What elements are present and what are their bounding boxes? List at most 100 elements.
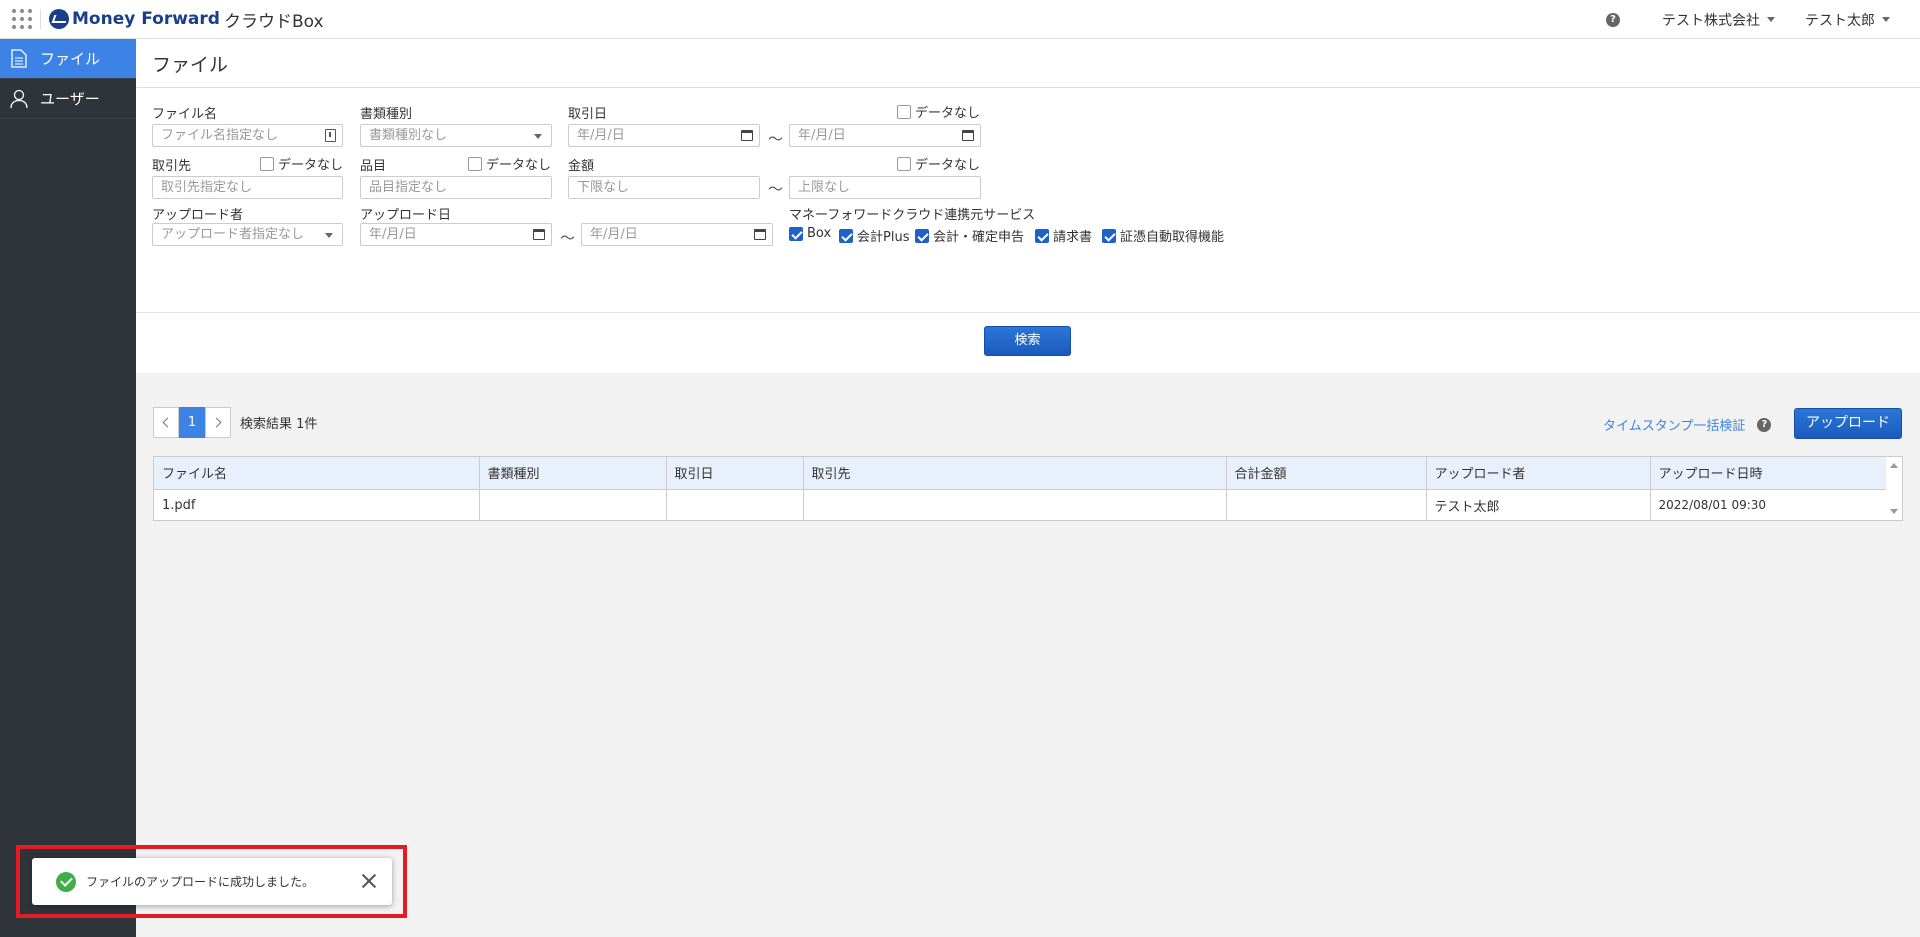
range-separator: ～ [560, 229, 576, 247]
service-label: 証憑自動取得機能 [1120, 230, 1225, 245]
table-header-row: ファイル名 書類種別 取引日 取引先 合計金額 アップロード者 アップロード日時 [154, 457, 1888, 490]
upload-date-label: アップロード日 [360, 208, 452, 223]
amount-label: 金額 [568, 159, 595, 174]
caret-down-icon [534, 134, 542, 139]
check-circle-icon [56, 871, 76, 892]
column-header[interactable]: 書類種別 [479, 457, 667, 490]
timestamp-verify-link[interactable]: タイムスタンプ一括検証 ? [1603, 415, 1772, 434]
file-name-placeholder: ファイル名指定なし [161, 128, 279, 143]
next-page-button[interactable] [205, 407, 231, 438]
calendar-icon [962, 130, 974, 141]
date-placeholder: 年/月/日 [798, 128, 846, 143]
doc-type-label: 書類種別 [360, 107, 413, 122]
table-scrollbar[interactable] [1886, 457, 1902, 520]
file-name-label: ファイル名 [152, 107, 218, 122]
no-data-label: データなし [915, 158, 981, 173]
checkbox-checked [1035, 228, 1049, 243]
company-dropdown[interactable]: テスト株式会社 [1662, 10, 1775, 30]
search-button[interactable]: 検索 [984, 326, 1071, 356]
table-cell [1226, 489, 1427, 521]
checkbox-box [468, 156, 482, 171]
item-input[interactable]: 品目指定なし [360, 176, 552, 199]
uploader-select[interactable]: アップロード者指定なし [152, 223, 343, 246]
service-checkbox-box[interactable]: Box [789, 226, 831, 241]
brand-name: Money Forward [72, 9, 220, 29]
service-label: Box [807, 226, 832, 241]
transaction-date-no-data-checkbox[interactable]: データなし [897, 102, 980, 121]
user-dropdown[interactable]: テスト太郎 [1805, 10, 1890, 30]
service-label: 請求書 [1053, 230, 1093, 245]
caret-down-icon [1767, 17, 1775, 22]
table-cell: テスト太郎 [1426, 489, 1651, 521]
sidebar-item-users[interactable]: ユーザー [0, 79, 136, 119]
help-icon[interactable]: ? [1606, 12, 1620, 27]
no-data-label: データなし [915, 106, 981, 121]
checkbox-box [897, 104, 911, 119]
column-header[interactable]: ファイル名 [154, 457, 480, 490]
calendar-icon [741, 130, 753, 141]
item-no-data-checkbox[interactable]: データなし [468, 154, 551, 173]
transaction-date-to[interactable]: 年/月/日 [789, 124, 981, 147]
checkbox-checked [915, 228, 929, 243]
service-label: 会計Plus [857, 230, 910, 245]
column-header[interactable]: アップロード日時 [1650, 457, 1888, 490]
column-header[interactable]: 合計金額 [1226, 457, 1427, 490]
pagination: 1 検索結果 1件 [153, 407, 317, 438]
table-cell[interactable]: 1.pdf [154, 489, 480, 521]
checkbox-box [897, 156, 911, 171]
date-placeholder: 年/月/日 [577, 128, 625, 143]
prev-page-button[interactable] [153, 407, 179, 438]
chevron-right-icon [211, 417, 222, 428]
upload-date-from[interactable]: 年/月/日 [360, 223, 552, 246]
company-name: テスト株式会社 [1662, 12, 1760, 29]
partner-input[interactable]: 取引先指定なし [152, 176, 343, 199]
transaction-date-label: 取引日 [568, 107, 608, 122]
column-header[interactable]: 取引日 [666, 457, 804, 490]
service-checkbox-kaikei-plus[interactable]: 会計Plus [839, 226, 909, 245]
column-header[interactable]: 取引先 [803, 457, 1227, 490]
checkbox-box [260, 156, 274, 171]
no-data-label: データなし [486, 158, 552, 173]
service-checkbox-kaikei-kakutei[interactable]: 会計・確定申告 [915, 226, 1024, 245]
app-switcher-icon[interactable] [12, 9, 32, 29]
sidebar-item-label: ファイル [40, 50, 101, 68]
checkbox-checked [1102, 228, 1116, 243]
calendar-icon [754, 229, 766, 240]
amount-no-data-checkbox[interactable]: データなし [897, 154, 980, 173]
amount-min-placeholder: 下限なし [577, 180, 630, 195]
scroll-up-icon[interactable] [1890, 463, 1898, 468]
doc-type-select[interactable]: 書類種別なし [360, 124, 552, 147]
upload-date-to[interactable]: 年/月/日 [581, 223, 773, 246]
brand-logo[interactable]: Money Forward クラウドBox [49, 7, 324, 32]
scroll-down-icon[interactable] [1890, 509, 1898, 514]
amount-max-input[interactable]: 上限なし [789, 176, 981, 199]
product-name: クラウドBox [223, 11, 324, 32]
help-icon[interactable]: ? [1757, 417, 1772, 432]
user-icon [10, 89, 28, 109]
table-row[interactable]: 1.pdf テスト太郎 2022/08/01 09:30 [154, 489, 1888, 521]
close-icon[interactable] [360, 872, 378, 890]
sidebar: ファイル ユーザー [0, 39, 136, 937]
amount-min-input[interactable]: 下限なし [568, 176, 760, 199]
column-header[interactable]: アップロード者 [1426, 457, 1651, 490]
page-button-current[interactable]: 1 [179, 407, 205, 438]
timestamp-verify-label: タイムスタンプ一括検証 [1603, 419, 1746, 434]
service-label: 会計・確定申告 [933, 230, 1025, 245]
caret-down-icon [325, 233, 333, 238]
service-checkbox-invoice[interactable]: 請求書 [1035, 226, 1092, 245]
transaction-date-from[interactable]: 年/月/日 [568, 124, 760, 147]
item-placeholder: 品目指定なし [369, 180, 448, 195]
uploader-label: アップロード者 [152, 208, 244, 223]
amount-max-placeholder: 上限なし [798, 180, 851, 195]
file-name-input[interactable]: ファイル名指定なし [152, 124, 343, 147]
partner-placeholder: 取引先指定なし [161, 180, 253, 195]
result-count: 検索結果 1件 [240, 417, 318, 432]
user-name: テスト太郎 [1805, 12, 1875, 29]
date-placeholder: 年/月/日 [369, 227, 417, 242]
partner-no-data-checkbox[interactable]: データなし [260, 154, 343, 173]
chevron-left-icon [162, 417, 173, 428]
upload-button[interactable]: アップロード [1794, 408, 1902, 439]
sidebar-item-files[interactable]: ファイル [0, 39, 136, 79]
service-checkbox-auto-receipt[interactable]: 証憑自動取得機能 [1102, 226, 1224, 245]
date-placeholder: 年/月/日 [590, 227, 638, 242]
